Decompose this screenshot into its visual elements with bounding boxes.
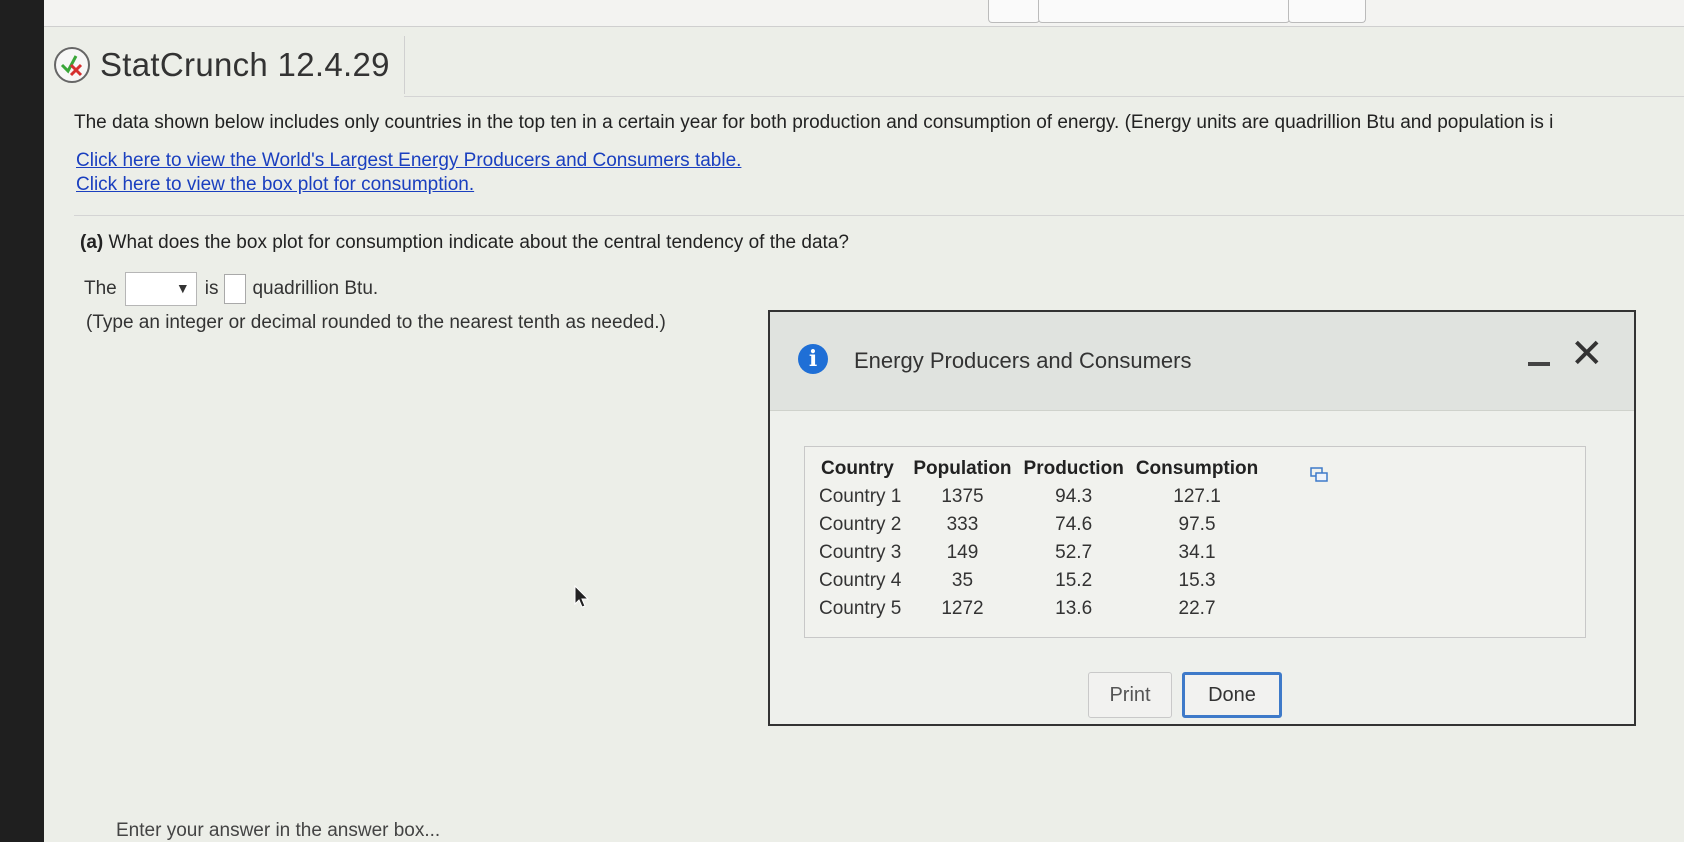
cell-production: 52.7 [1055, 542, 1093, 563]
table-row: Country 4 35 15.2 15.3 [817, 567, 1264, 595]
cell-consumption: 127.1 [1173, 486, 1221, 507]
measure-dropdown[interactable]: ▼ [124, 272, 197, 306]
print-button[interactable]: Print [1088, 672, 1172, 718]
cell-production: 13.6 [1055, 598, 1093, 619]
cell-consumption: 22.7 [1178, 598, 1216, 619]
next-question-button[interactable] [1288, 0, 1366, 23]
cell-population: 35 [951, 570, 974, 591]
cell-country: Country 2 [819, 514, 902, 535]
column-header-population: Population [913, 458, 1012, 479]
cell-population: 1375 [941, 486, 984, 507]
table-row: Country 1 1375 94.3 127.1 [817, 483, 1264, 511]
cell-consumption: 15.3 [1178, 570, 1216, 591]
close-icon[interactable]: ✕ [1570, 334, 1604, 374]
question-title-area: StatCrunch 12.4.29 [54, 36, 405, 94]
cell-consumption: 97.5 [1178, 514, 1216, 535]
answer-suffix: quadrillion Btu. [252, 278, 379, 299]
answer-prefix: The [84, 278, 117, 299]
answer-hint: (Type an integer or decimal rounded to t… [86, 312, 666, 333]
part-a-question: (a) What does the box plot for consumpti… [80, 232, 849, 254]
page-title: StatCrunch 12.4.29 [100, 46, 390, 83]
minimize-icon[interactable] [1528, 362, 1550, 366]
dialog-header: i Energy Producers and Consumers ✕ [770, 312, 1634, 411]
table-row: Country 2 333 74.6 97.5 [817, 511, 1264, 539]
answer-mid: is [204, 278, 219, 299]
answer-input[interactable] [224, 274, 247, 304]
table-row: Country 5 1272 13.6 22.7 [817, 595, 1264, 623]
table-header-row: Country Population Production Consumptio… [817, 455, 1264, 483]
cell-production: 15.2 [1055, 570, 1093, 591]
cell-country: Country 1 [819, 486, 902, 507]
producers-consumers-table-link[interactable]: Click here to view the World's Largest E… [76, 150, 741, 172]
divider [74, 215, 1684, 216]
question-selector[interactable] [1038, 0, 1290, 23]
cell-country: Country 5 [819, 598, 902, 619]
part-text: What does the box plot for consumption i… [108, 232, 849, 253]
divider [404, 96, 1684, 97]
cell-production: 94.3 [1055, 486, 1093, 507]
table-row: Country 3 149 52.7 34.1 [817, 539, 1264, 567]
dialog-title: Energy Producers and Consumers [854, 348, 1192, 373]
done-button[interactable]: Done [1182, 672, 1282, 718]
part-label: (a) [80, 232, 104, 253]
cell-population: 149 [946, 542, 979, 563]
cell-population: 1272 [941, 598, 984, 619]
cell-country: Country 4 [819, 570, 902, 591]
partial-credit-icon [54, 47, 90, 83]
box-plot-link[interactable]: Click here to view the box plot for cons… [76, 174, 474, 196]
data-table-panel: Country Population Production Consumptio… [804, 446, 1586, 638]
cell-population: 333 [946, 514, 979, 535]
column-header-country: Country [821, 458, 894, 479]
footer-instruction: Enter your answer in the answer box... [116, 820, 441, 841]
cell-country: Country 3 [819, 542, 902, 563]
question-intro: The data shown below includes only count… [74, 112, 1554, 133]
mouse-cursor-icon [574, 584, 590, 614]
cell-production: 74.6 [1055, 514, 1093, 535]
energy-table-dialog: i Energy Producers and Consumers ✕ Count… [768, 310, 1636, 726]
column-header-production: Production [1023, 458, 1124, 479]
previous-question-button[interactable] [988, 0, 1040, 23]
info-icon: i [798, 344, 828, 374]
answer-row: The ▼ is quadrillion Btu. [84, 272, 378, 306]
cell-consumption: 34.1 [1178, 542, 1216, 563]
dropdown-arrow-icon: ▼ [175, 280, 190, 296]
column-header-consumption: Consumption [1135, 458, 1259, 479]
copy-table-icon[interactable] [1310, 467, 1328, 488]
top-navigation-bar [44, 0, 1684, 27]
energy-data-table: Country Population Production Consumptio… [817, 455, 1264, 623]
